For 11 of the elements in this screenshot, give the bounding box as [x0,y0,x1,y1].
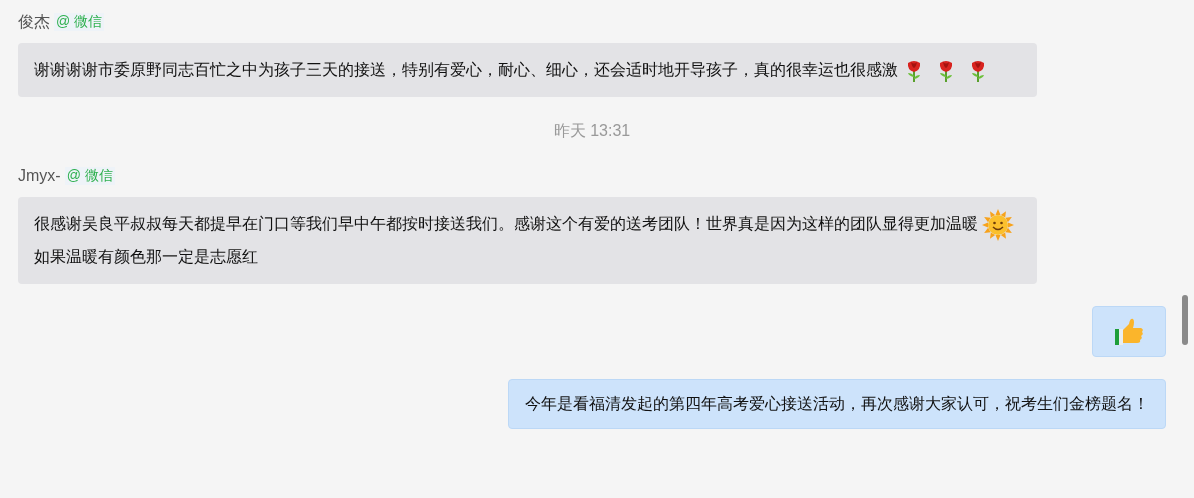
sender-name: 俊杰 [18,11,50,32]
timestamp: 昨天 13:31 [552,121,632,141]
scrollbar-thumb[interactable] [1182,295,1188,345]
message-text: 谢谢谢谢市委原野同志百忙之中为孩子三天的接送，特别有爱心，耐心、细心，还会适时地开导孩子，真的很幸运也很感激 [34,61,898,78]
sender-name: Jmyx- [18,167,61,185]
sun-face-icon [982,208,1014,241]
message-text: 今年是看福清发起的第四年高考爱心接送活动，再次感谢大家认可，祝考生们金榜题名！ [525,394,1149,412]
source-label: @ 微信 [54,13,105,31]
message-text: 如果温暖有颜色那一定是志愿红 [34,247,258,265]
source-label: @ 微信 [64,167,115,185]
message-text: 很感谢吴良平叔叔每天都提早在门口等我们早中午都按时接送我们。感谢这个有爱的送考团队！世界真是因为这样的团队显得更加温暖 [34,215,978,232]
